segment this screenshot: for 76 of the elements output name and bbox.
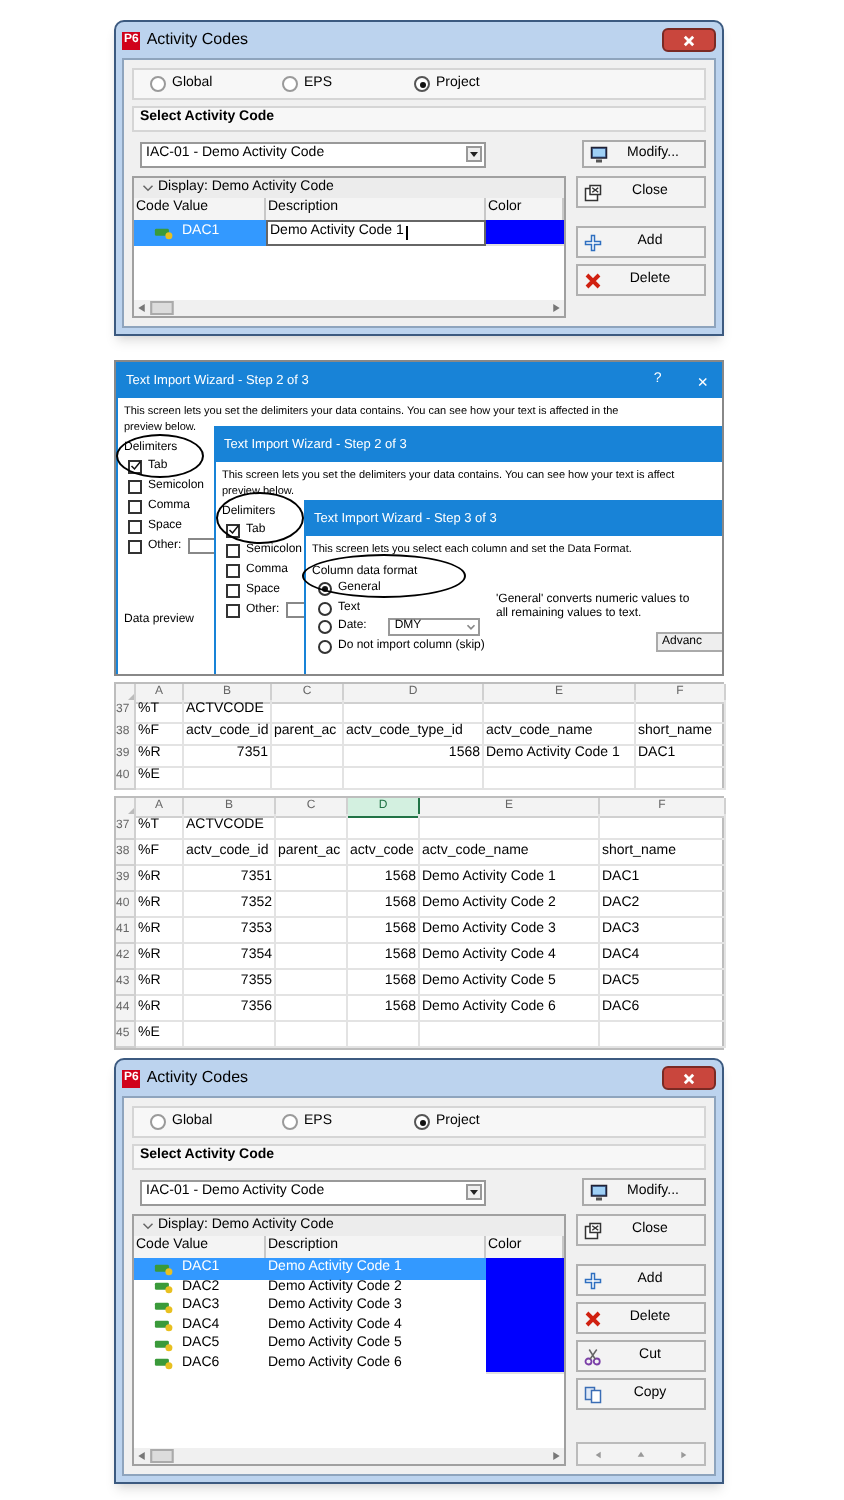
table-cell xyxy=(276,970,348,996)
radio-button[interactable] xyxy=(318,639,332,654)
code-icon xyxy=(154,1356,174,1371)
checkbox[interactable] xyxy=(128,479,142,493)
up-triangle-icon xyxy=(636,1449,646,1459)
code-icon xyxy=(154,1337,174,1352)
table-cell xyxy=(272,766,344,789)
monitor-icon xyxy=(590,145,608,163)
checkbox[interactable] xyxy=(226,523,240,537)
close-icon xyxy=(682,1071,696,1085)
radio-button[interactable] xyxy=(150,1114,166,1130)
close-icon xyxy=(584,183,602,201)
table-cell xyxy=(348,814,420,840)
code-icon xyxy=(154,1299,174,1314)
radio-button[interactable] xyxy=(414,1114,430,1130)
cross-icon xyxy=(584,271,602,289)
caret-down-icon xyxy=(466,146,482,162)
table-cell xyxy=(276,814,348,840)
code-icon xyxy=(154,1280,174,1295)
table-cell xyxy=(636,766,726,789)
check-icon xyxy=(227,524,239,536)
chevron-down-icon xyxy=(142,182,154,194)
close-button[interactable] xyxy=(662,1066,716,1090)
radio-button[interactable] xyxy=(318,582,332,597)
window-title: Activity Codes xyxy=(146,1066,249,1090)
right-triangle-icon xyxy=(678,1449,688,1459)
caret-down-icon xyxy=(466,1184,482,1200)
radio-button[interactable] xyxy=(318,601,332,616)
close-icon xyxy=(682,33,696,47)
table-cell xyxy=(272,700,344,723)
table-cell xyxy=(276,1022,348,1048)
radio-button[interactable] xyxy=(282,76,298,92)
table-cell xyxy=(276,892,348,918)
checkbox[interactable] xyxy=(226,603,240,617)
code-icon xyxy=(154,225,174,240)
checkbox[interactable] xyxy=(226,563,240,577)
checkbox[interactable] xyxy=(128,499,142,513)
table-cell xyxy=(184,1022,276,1048)
documents-icon xyxy=(584,1385,602,1403)
cross-icon xyxy=(584,1309,602,1327)
radio-button[interactable] xyxy=(414,76,430,92)
table-cell xyxy=(600,1022,726,1048)
window-title: Activity Codes xyxy=(146,28,249,52)
table-cell xyxy=(636,700,726,723)
checkbox[interactable] xyxy=(128,519,142,533)
checkbox[interactable] xyxy=(128,539,142,553)
table-cell xyxy=(276,944,348,970)
table-cell xyxy=(276,918,348,944)
scissors-icon xyxy=(584,1347,602,1365)
table-cell xyxy=(272,744,344,767)
checkbox[interactable] xyxy=(226,543,240,557)
close-button[interactable] xyxy=(662,28,716,52)
table-cell xyxy=(344,766,484,789)
check-icon xyxy=(129,460,141,472)
table-cell xyxy=(276,866,348,892)
radio-button[interactable] xyxy=(150,76,166,92)
close-button[interactable]: × xyxy=(689,371,716,391)
table-cell xyxy=(184,766,272,789)
table-cell xyxy=(276,996,348,1022)
plus-icon xyxy=(584,233,602,251)
caret-down-icon xyxy=(464,620,479,635)
code-icon xyxy=(154,1318,174,1333)
table-cell xyxy=(348,1022,420,1048)
left-triangle-icon xyxy=(594,1449,604,1459)
table-cell xyxy=(344,700,484,723)
checkbox[interactable] xyxy=(128,459,142,473)
checkbox[interactable] xyxy=(226,583,240,597)
table-cell xyxy=(600,814,726,840)
radio-button[interactable] xyxy=(318,620,332,635)
monitor-icon xyxy=(590,1183,608,1201)
chevron-down-icon xyxy=(142,1220,154,1232)
plus-icon xyxy=(584,1271,602,1289)
annotation-ellipse xyxy=(116,434,204,478)
radio-button[interactable] xyxy=(282,1114,298,1130)
close-icon xyxy=(584,1221,602,1239)
code-icon xyxy=(154,1261,174,1276)
